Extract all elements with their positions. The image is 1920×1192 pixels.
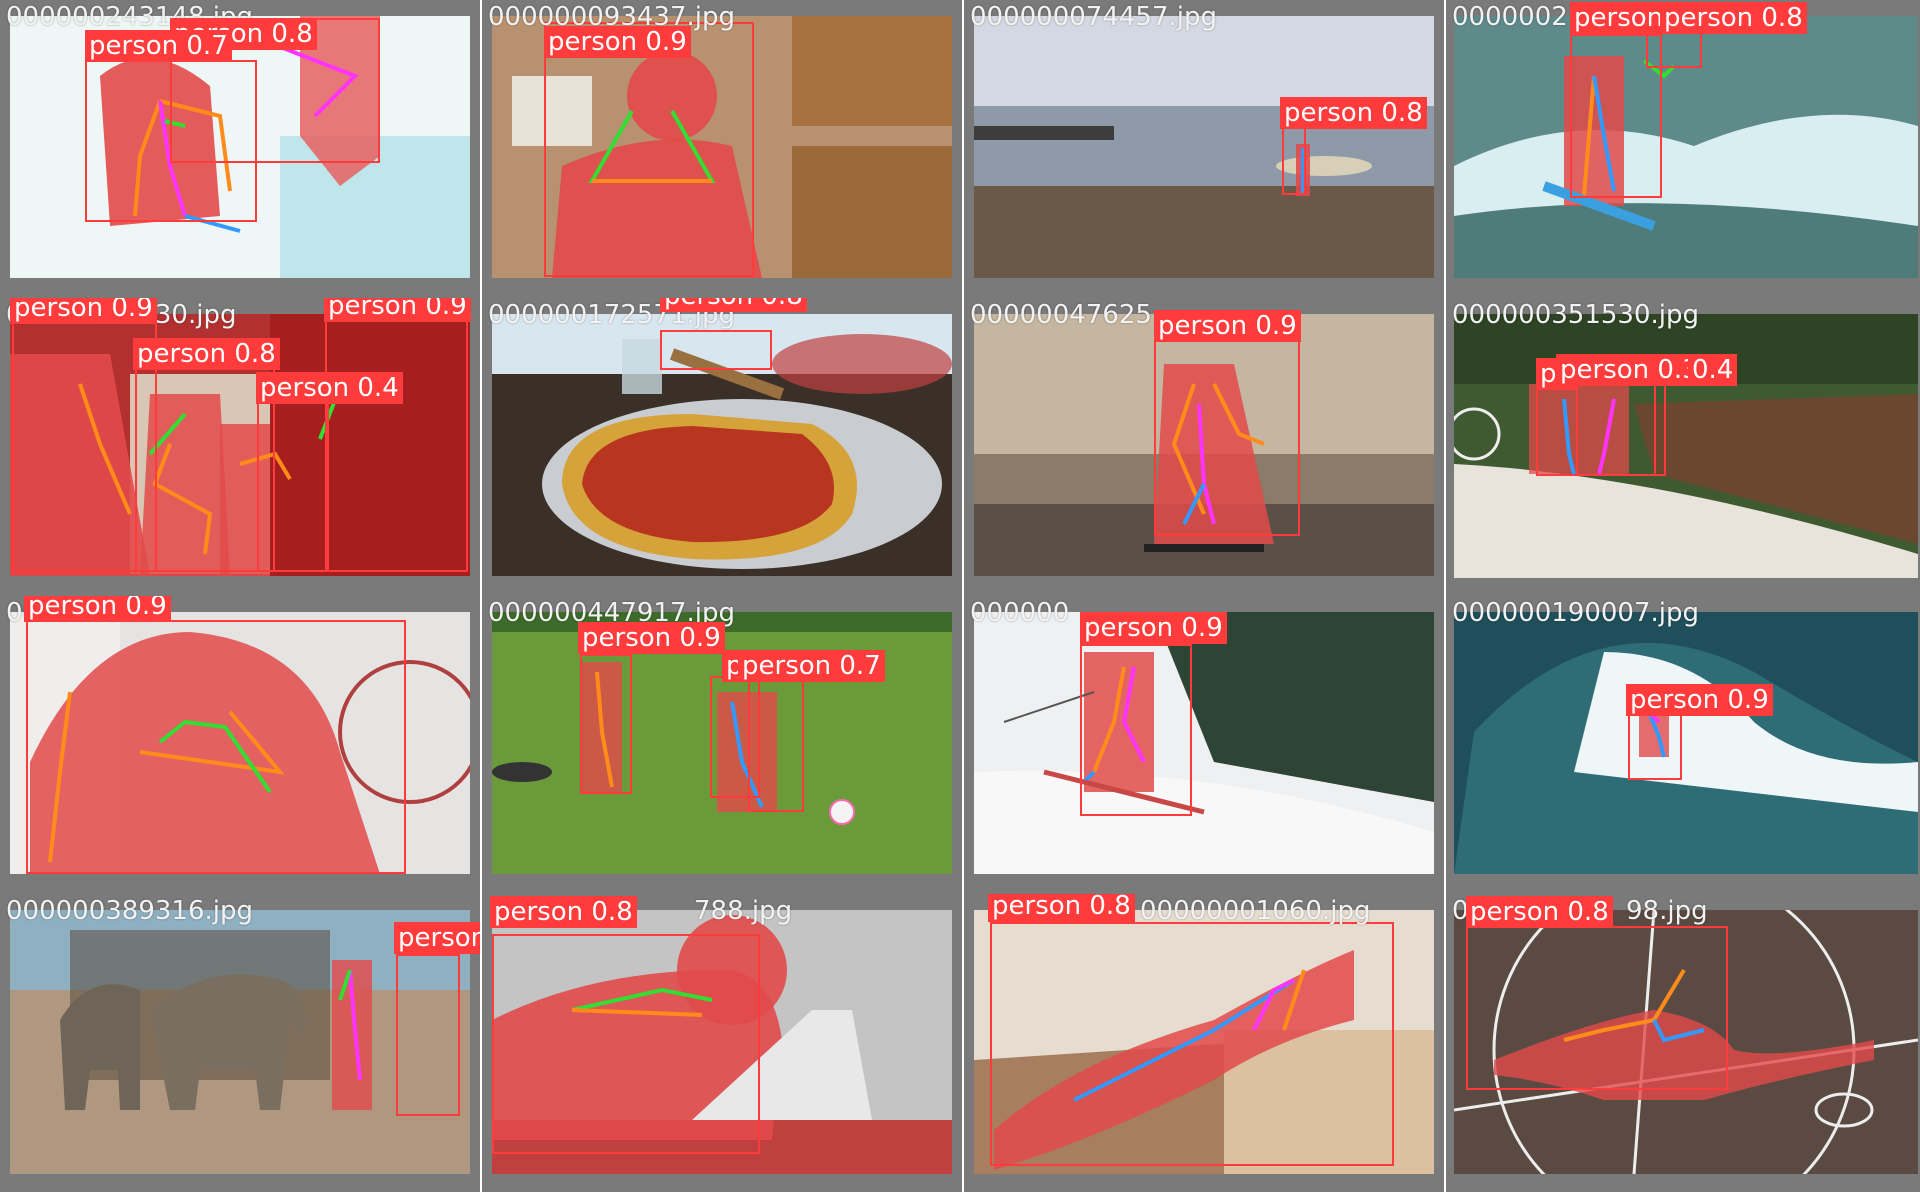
grid-cell: 000000389316.jpg person 0.5 xyxy=(0,894,480,1192)
filename-label: 000000074457.jpg xyxy=(970,2,1217,32)
grid-cell: 0000002 person person 0.8 xyxy=(1446,0,1920,298)
detection-box xyxy=(748,678,804,812)
detection-box xyxy=(325,314,468,572)
detection-label: person 0.9 xyxy=(1080,612,1227,644)
beach-scene-illustration xyxy=(974,16,1434,278)
grid-cell: 000000172571.jpg person 0.8 xyxy=(482,298,962,596)
detection-box xyxy=(990,922,1394,1166)
detection-label: person xyxy=(1570,2,1668,34)
grid-cell: 00000047625 person 0.9 xyxy=(964,298,1444,596)
detection-label: person 0.8 xyxy=(1280,97,1427,129)
grid-cell: 000000321 person 0.9 xyxy=(0,596,480,894)
detection-box xyxy=(1282,125,1306,195)
filename-label: 000000 xyxy=(970,598,1070,628)
filename-label: 98.jpg xyxy=(1626,896,1708,926)
ski-scene-illustration xyxy=(974,612,1434,874)
grid-cell: 000000 person 0.9 xyxy=(964,596,1444,894)
detection-label: person 0.9 xyxy=(578,622,725,654)
detection-label: person 0.8 xyxy=(490,896,637,928)
detection-label: person 0.3 xyxy=(1556,354,1703,386)
detection-box xyxy=(580,654,632,794)
wave-scene-illustration xyxy=(1454,612,1918,874)
detection-box xyxy=(492,934,760,1154)
grid-cell: 000000243148.jpg person 0.8 person 0.7 xyxy=(0,0,480,298)
filename-label: 000000389316.jpg xyxy=(6,896,253,926)
filename-label: 0000002 xyxy=(1452,2,1568,32)
grid-cell: 00000001060.jpg person 0.8 xyxy=(964,894,1444,1192)
detection-box xyxy=(396,954,460,1116)
detection-label: person 0.7 xyxy=(85,30,232,62)
filename-label: 788.jpg xyxy=(694,896,793,926)
filename-label: 000000351530.jpg xyxy=(1452,300,1699,330)
detection-box xyxy=(1080,644,1192,816)
grid-cell: 000000447917.jpg person 0.9 p person 0.7 xyxy=(482,596,962,894)
detection-label: person 0.9 xyxy=(1626,684,1773,716)
detection-label: person 0.9 xyxy=(24,596,171,622)
image-grid: 000000243148.jpg person 0.8 person 0.7 0… xyxy=(0,0,1920,1192)
detection-label: person 0.8 xyxy=(133,338,280,370)
grid-cell: 788.jpg person 0.8 xyxy=(482,894,962,1192)
grid-cell: 000000351530.jpg pe person 0.3 0.4 xyxy=(1446,298,1920,596)
detection-label: person 0.9 xyxy=(1154,310,1301,342)
detection-label: person 0.9 xyxy=(324,298,471,322)
detection-label: person 0.8 xyxy=(1660,2,1807,34)
grid-cell: 0 98.jpg person 0.8 xyxy=(1446,894,1920,1192)
detection-label: person 0.8 xyxy=(988,894,1135,922)
grid-cell: 00000027030.jpg person 0.9 person 0.9 pe… xyxy=(0,298,480,596)
detection-label: person 0.7 xyxy=(738,650,885,682)
detection-box xyxy=(135,366,275,572)
filename-label: 00000047625 xyxy=(970,300,1152,330)
detection-box xyxy=(1154,340,1300,536)
grid-cell: 000000093437.jpg person 0.9 xyxy=(482,0,962,298)
detection-box xyxy=(544,22,754,277)
detection-label: person 0.8 xyxy=(1466,896,1613,928)
detection-box xyxy=(257,398,329,572)
detection-label: person 0.9 xyxy=(544,26,691,58)
detection-box xyxy=(1628,714,1682,780)
filename-label: 00000001060.jpg xyxy=(1140,896,1371,926)
detection-label: person 0.4 xyxy=(256,372,403,404)
detection-label: 0.4 xyxy=(1688,354,1738,386)
detection-box xyxy=(660,330,772,370)
detection-box xyxy=(1466,926,1728,1090)
detection-label: person 0.9 xyxy=(10,298,157,324)
grid-cell: 000000074457.jpg person 0.8 xyxy=(964,0,1444,298)
grid-cell: 000000190007.jpg person 0.9 xyxy=(1446,596,1920,894)
detection-box xyxy=(26,620,406,874)
detection-label: person 0.8 xyxy=(660,298,807,312)
filename-label: 000000190007.jpg xyxy=(1452,598,1699,628)
detection-label: person 0.5 xyxy=(394,922,480,954)
